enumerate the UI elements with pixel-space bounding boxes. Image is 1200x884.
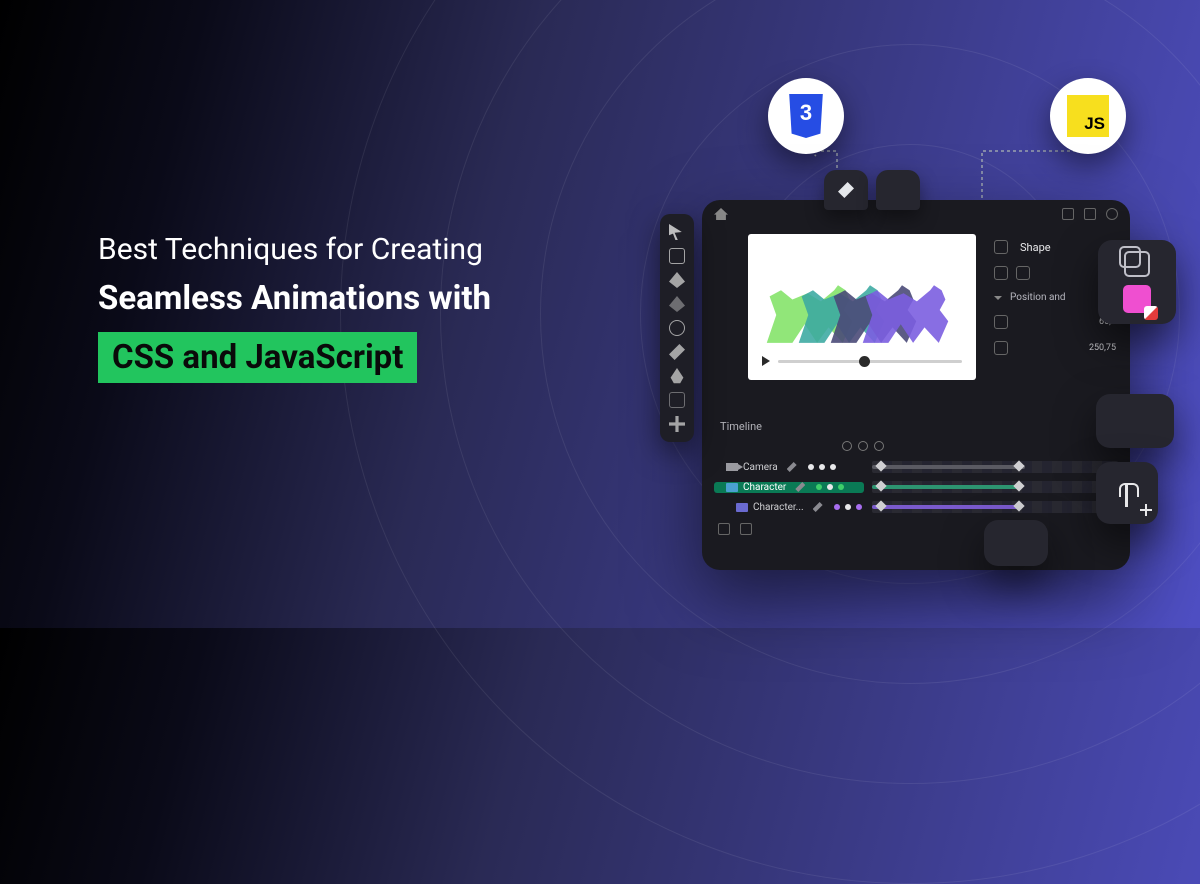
plus-icon bbox=[1140, 504, 1152, 516]
delete-layer-icon[interactable] bbox=[740, 523, 752, 535]
height-value[interactable]: 250,75 bbox=[1089, 343, 1116, 353]
brush-icon bbox=[838, 182, 854, 198]
home-icon[interactable] bbox=[714, 208, 728, 220]
folder-icon bbox=[736, 503, 748, 512]
folder-icon bbox=[726, 483, 738, 492]
headline-line1: Best Techniques for Creating bbox=[98, 232, 491, 267]
vector-tool-icon[interactable] bbox=[669, 296, 685, 312]
layer-row-character[interactable]: Character bbox=[714, 477, 1118, 497]
play-icon[interactable] bbox=[762, 356, 770, 366]
scrub-knob[interactable] bbox=[859, 356, 870, 367]
css3-icon bbox=[786, 94, 826, 138]
camera-icon bbox=[726, 463, 738, 471]
pink-swatch-icon bbox=[1123, 285, 1151, 313]
layer-track[interactable] bbox=[872, 461, 1118, 473]
chevron-down-icon[interactable] bbox=[994, 296, 1002, 300]
copy-layers-icon bbox=[1124, 251, 1150, 277]
share-icon[interactable] bbox=[1062, 208, 1074, 220]
left-toolbar bbox=[660, 214, 694, 442]
layer-track[interactable] bbox=[872, 481, 1118, 493]
settings-icon[interactable] bbox=[1084, 208, 1096, 220]
add-layer-icon[interactable] bbox=[718, 523, 730, 535]
float-blank-panel-1[interactable] bbox=[1096, 394, 1174, 448]
timeline-footer bbox=[714, 517, 1118, 535]
rectangle-tool-icon[interactable] bbox=[669, 248, 685, 264]
pencil-icon[interactable] bbox=[795, 482, 805, 492]
inspector-title: Shape bbox=[1020, 241, 1051, 254]
layer-row-camera[interactable]: Camera bbox=[714, 457, 1118, 477]
usb-icon bbox=[1115, 479, 1139, 507]
height-icon bbox=[994, 341, 1008, 355]
palette-icon[interactable] bbox=[994, 240, 1008, 254]
grid-icon[interactable] bbox=[994, 266, 1008, 280]
scrubber[interactable] bbox=[762, 354, 962, 368]
pen-tool-icon[interactable] bbox=[669, 272, 685, 288]
eyedropper-tool-icon[interactable] bbox=[669, 368, 685, 384]
inspector-section: Position and bbox=[1010, 292, 1066, 303]
width-icon bbox=[994, 315, 1008, 329]
layer-track[interactable] bbox=[872, 501, 1118, 513]
layer-row-character-child[interactable]: Character... bbox=[714, 497, 1118, 517]
add-tool-icon[interactable] bbox=[669, 416, 685, 432]
record-icon[interactable] bbox=[1106, 208, 1118, 220]
timeline-title: Timeline bbox=[714, 416, 1118, 437]
layer-name: Camera bbox=[743, 462, 778, 473]
js-icon bbox=[1067, 95, 1109, 137]
headline: Best Techniques for Creating Seamless An… bbox=[98, 232, 491, 383]
pencil-icon[interactable] bbox=[787, 462, 797, 472]
lock-icon[interactable] bbox=[858, 441, 868, 451]
tab-blank[interactable] bbox=[876, 170, 920, 210]
css3-badge bbox=[768, 78, 844, 154]
layout-icon[interactable] bbox=[1016, 266, 1030, 280]
layer-name: Character... bbox=[753, 502, 804, 513]
shape-tool-icon[interactable] bbox=[669, 392, 685, 408]
js-badge bbox=[1050, 78, 1126, 154]
float-copy-panel[interactable] bbox=[1098, 240, 1176, 324]
float-usb-panel[interactable] bbox=[1096, 462, 1158, 524]
scrub-track[interactable] bbox=[778, 360, 962, 363]
timeline-panel: Timeline Camera Character bbox=[714, 416, 1118, 556]
link-icon[interactable] bbox=[874, 441, 884, 451]
tab-brush[interactable] bbox=[824, 170, 868, 210]
timeline-header-icons bbox=[714, 437, 1118, 457]
animation-editor: Shape Position and 65,2 250,75 Timeline bbox=[702, 200, 1130, 570]
eye-icon[interactable] bbox=[842, 441, 852, 451]
brush-tool-icon[interactable] bbox=[669, 344, 685, 360]
ellipse-tool-icon[interactable] bbox=[669, 320, 685, 336]
canvas[interactable] bbox=[748, 234, 976, 380]
float-blank-panel-2[interactable] bbox=[984, 520, 1048, 566]
layer-name: Character bbox=[743, 482, 786, 493]
pointer-tool-icon[interactable] bbox=[669, 224, 685, 240]
headline-highlight: CSS and JavaScript bbox=[98, 332, 417, 383]
headline-line2: Seamless Animations with bbox=[98, 279, 491, 318]
pencil-icon[interactable] bbox=[813, 502, 823, 512]
